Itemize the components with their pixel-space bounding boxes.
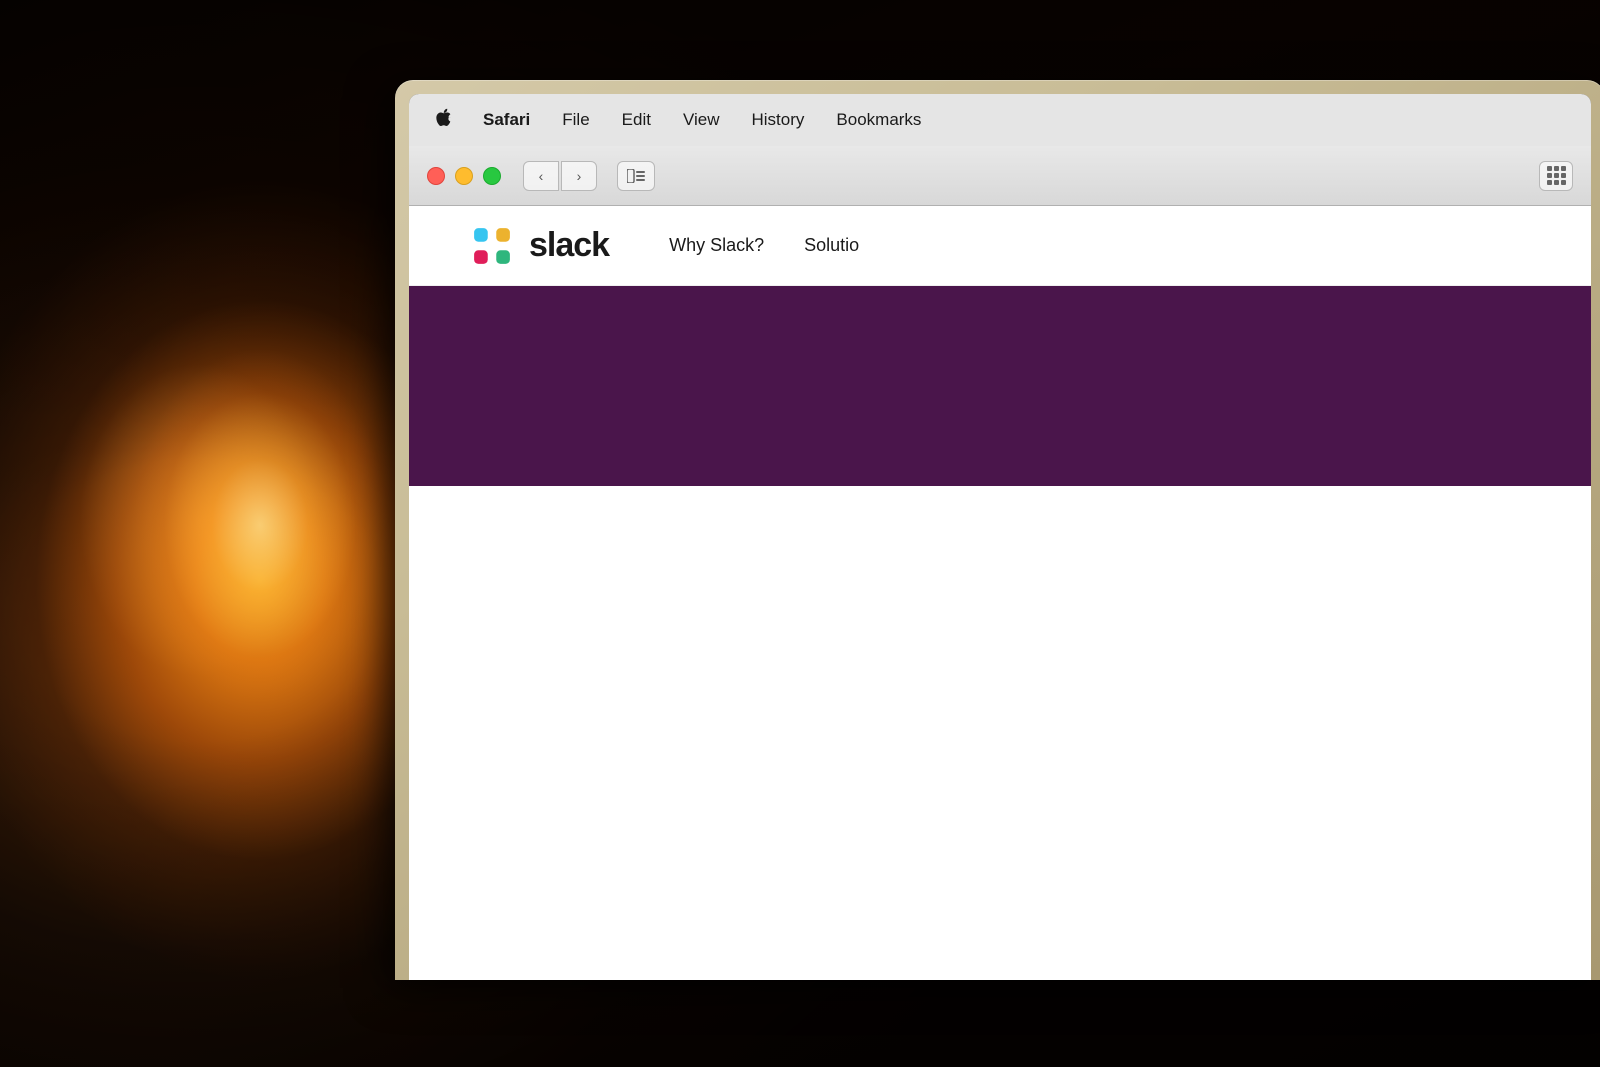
why-slack-link[interactable]: Why Slack? bbox=[669, 235, 764, 256]
slack-hash-icon bbox=[469, 223, 515, 269]
forward-icon: › bbox=[577, 168, 582, 184]
forward-button[interactable]: › bbox=[561, 161, 597, 191]
bookmarks-menu-item[interactable]: Bookmarks bbox=[820, 106, 937, 134]
maximize-button[interactable] bbox=[483, 167, 501, 185]
nav-buttons: ‹ › bbox=[523, 161, 597, 191]
sidebar-toggle-button[interactable] bbox=[617, 161, 655, 191]
slack-navbar: slack Why Slack? Solutio bbox=[409, 206, 1591, 286]
screen-bezel: Safari File Edit View History Bookmarks … bbox=[409, 94, 1591, 980]
browser-toolbar: ‹ › bbox=[409, 146, 1591, 206]
close-button[interactable] bbox=[427, 167, 445, 185]
macos-menu-bar: Safari File Edit View History Bookmarks bbox=[409, 94, 1591, 146]
edit-menu-item[interactable]: Edit bbox=[606, 106, 667, 134]
minimize-button[interactable] bbox=[455, 167, 473, 185]
slack-wordmark: slack bbox=[529, 226, 609, 265]
solutions-link[interactable]: Solutio bbox=[804, 235, 859, 256]
extensions-button[interactable] bbox=[1539, 161, 1573, 191]
slack-nav-links: Why Slack? Solutio bbox=[669, 235, 859, 256]
slack-hero-section bbox=[409, 286, 1591, 486]
back-button[interactable]: ‹ bbox=[523, 161, 559, 191]
apple-menu-item[interactable] bbox=[429, 104, 467, 136]
safari-menu-item[interactable]: Safari bbox=[467, 106, 546, 134]
back-icon: ‹ bbox=[539, 168, 544, 184]
browser-content: slack Why Slack? Solutio bbox=[409, 206, 1591, 980]
laptop-frame: Safari File Edit View History Bookmarks … bbox=[395, 80, 1600, 980]
traffic-lights bbox=[427, 167, 501, 185]
grid-icon bbox=[1547, 166, 1566, 185]
sidebar-toggle-icon bbox=[627, 169, 645, 183]
lamp-glow bbox=[80, 300, 440, 750]
view-menu-item[interactable]: View bbox=[667, 106, 736, 134]
slack-logo[interactable]: slack bbox=[469, 223, 609, 269]
history-menu-item[interactable]: History bbox=[736, 106, 821, 134]
file-menu-item[interactable]: File bbox=[546, 106, 605, 134]
